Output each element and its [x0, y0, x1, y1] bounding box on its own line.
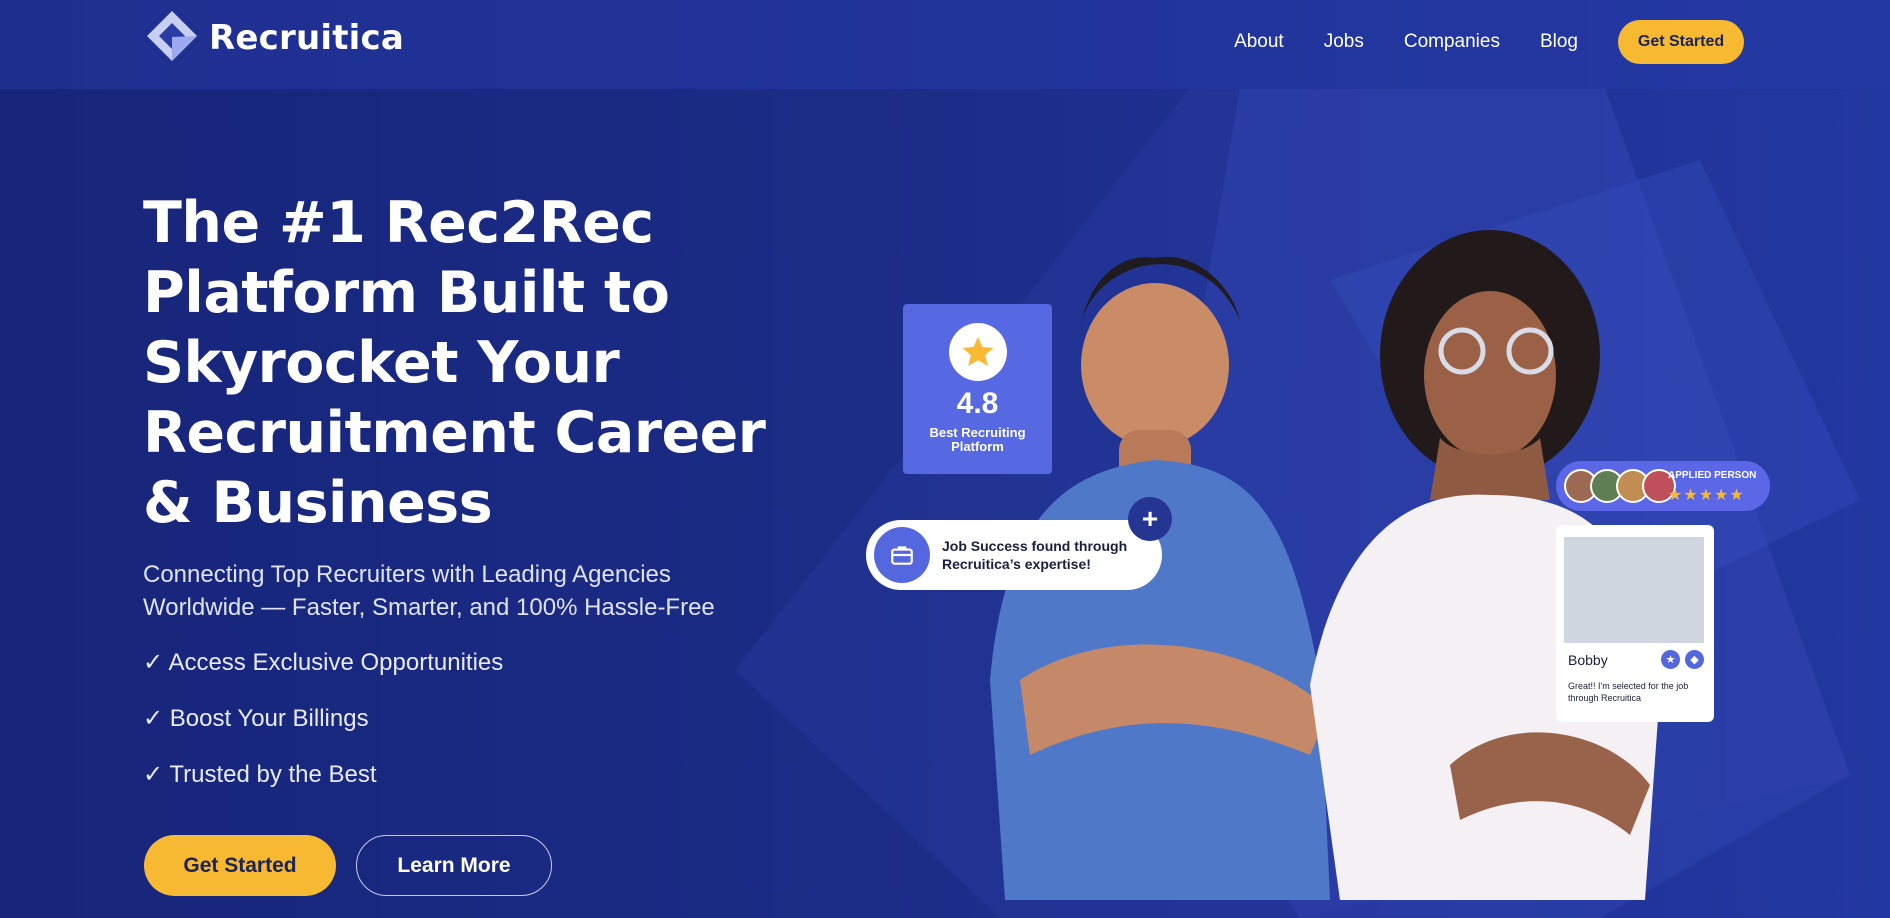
candidate-name: Bobby [1568, 652, 1608, 668]
star-rating: ★★★★★ [1668, 487, 1745, 504]
logo-mark-icon [147, 11, 197, 61]
nav-links: About Jobs Companies Blog Get Started [1234, 20, 1744, 64]
avatar-group [1564, 469, 1676, 503]
candidate-card: Bobby ★ ◆ Great!! I'm selected for the j… [1556, 525, 1714, 722]
applied-person-badge: APPLIED PERSON ★★★★★ [1556, 461, 1770, 511]
top-nav: Recruitica About Jobs Companies Blog Get… [0, 0, 1890, 89]
candidate-message: Great!! I'm selected for the job through… [1568, 681, 1689, 703]
hero-bullets: ✓ Access Exclusive Opportunities ✓ Boost… [143, 648, 503, 816]
nav-about[interactable]: About [1234, 31, 1284, 53]
nav-jobs[interactable]: Jobs [1324, 31, 1364, 53]
trophy-icon: ◆ [1685, 650, 1704, 669]
nav-companies[interactable]: Companies [1404, 31, 1500, 53]
brand-logo[interactable]: Recruitica [143, 9, 404, 67]
candidate-badges: ★ ◆ [1656, 650, 1704, 669]
hero-headline: The #1 Rec2Rec Platform Built to Skyrock… [143, 190, 766, 536]
applied-label: APPLIED PERSON [1668, 470, 1757, 481]
nav-blog[interactable]: Blog [1540, 31, 1578, 53]
plus-icon: + [1128, 497, 1172, 541]
briefcase-icon [874, 527, 930, 583]
learn-more-button[interactable]: Learn More [356, 835, 552, 896]
hero-subhead: Connecting Top Recruiters with Leading A… [143, 561, 715, 621]
job-success-card: Job Success found through Recruitica’s e… [866, 520, 1162, 590]
bullet-item: ✓ Trusted by the Best [143, 761, 377, 788]
nav-get-started-button[interactable]: Get Started [1618, 20, 1744, 64]
get-started-button[interactable]: Get Started [144, 835, 336, 896]
brand-name: Recruitica [209, 18, 405, 58]
candidate-photo [1564, 537, 1704, 643]
star-icon [948, 323, 1007, 381]
job-success-text: Job Success found through Recruitica’s e… [942, 538, 1128, 572]
bullet-item: ✓ Access Exclusive Opportunities [143, 649, 504, 676]
rating-value: 4.8 [956, 387, 999, 420]
bullet-item: ✓ Boost Your Billings [143, 705, 369, 732]
star-icon: ★ [1661, 650, 1680, 669]
rating-label: Best Recruiting Platform [929, 425, 1026, 454]
rating-card: 4.8 Best Recruiting Platform [903, 304, 1052, 474]
